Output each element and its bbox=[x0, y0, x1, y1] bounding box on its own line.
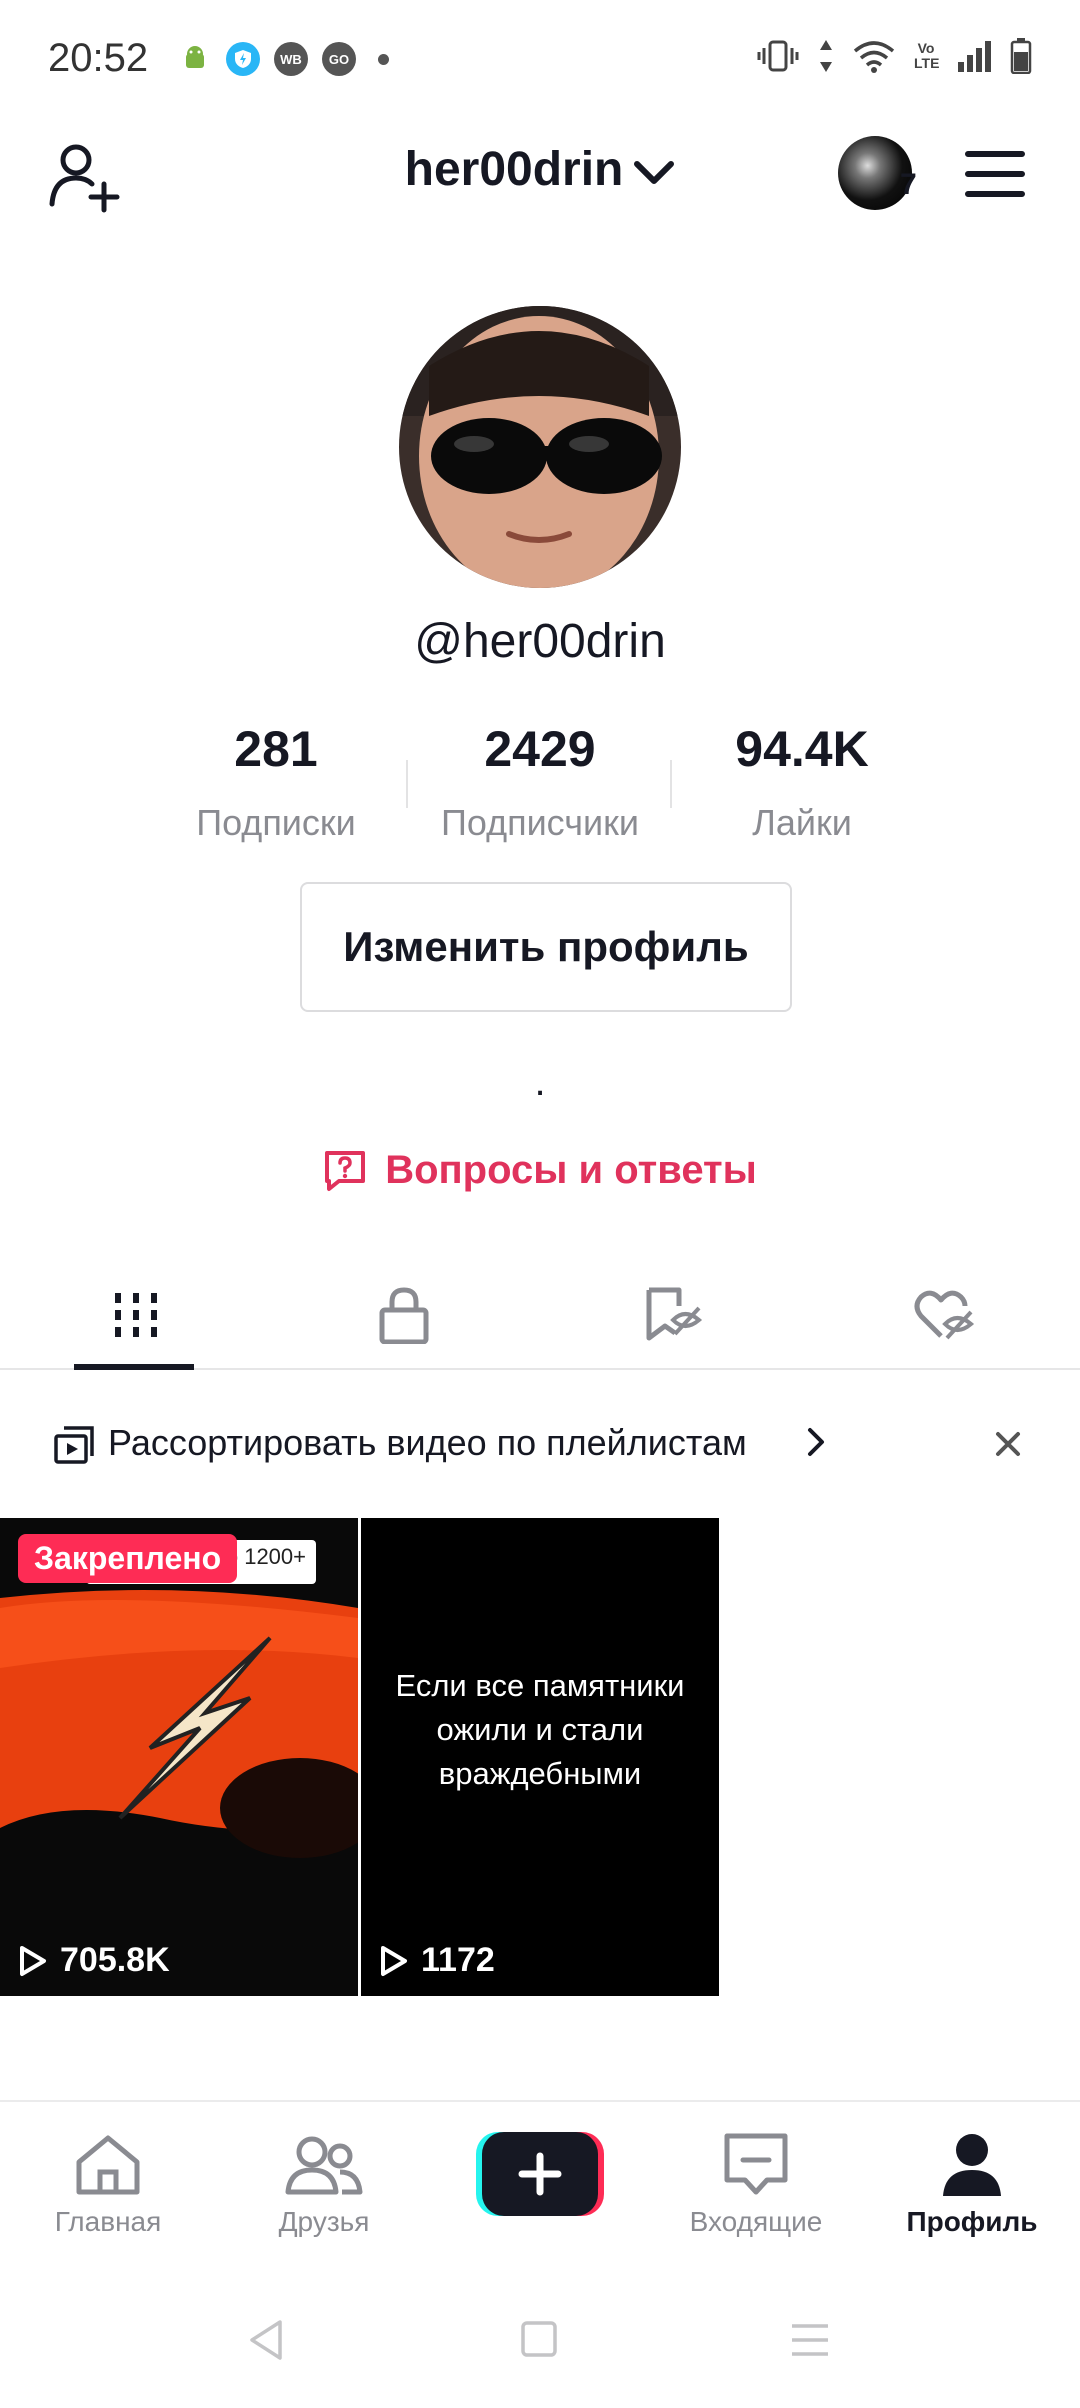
pinned-badge: Закреплено bbox=[18, 1534, 238, 1583]
account-username: her00drin bbox=[404, 143, 624, 196]
stat-value: 94.4K bbox=[735, 721, 869, 777]
stat-label: Подписчики bbox=[440, 802, 640, 843]
bookmark-hidden-icon bbox=[646, 1287, 703, 1341]
profile-tabs bbox=[0, 1260, 1080, 1370]
nav-label: Друзья bbox=[278, 2206, 370, 2237]
chevron-down-icon bbox=[633, 145, 675, 200]
shield-icon bbox=[226, 42, 260, 76]
playlist-icon bbox=[54, 1426, 94, 1464]
home-square-icon[interactable] bbox=[520, 2320, 558, 2358]
stat-followers[interactable]: 2429 Подписчики bbox=[410, 720, 670, 844]
menu-icon[interactable] bbox=[964, 146, 1026, 202]
chevron-right-icon bbox=[808, 1428, 824, 1456]
heart-hidden-icon bbox=[914, 1290, 975, 1340]
tab-liked[interactable] bbox=[836, 1260, 1052, 1370]
view-count: 1172 bbox=[379, 1941, 495, 1980]
stat-following[interactable]: 281 Подписки bbox=[146, 720, 406, 844]
qa-label: Вопросы и ответы bbox=[385, 1148, 757, 1192]
battery-icon bbox=[1010, 38, 1032, 74]
video-overlay-text: Если все памятники ожили и стали враждеб… bbox=[395, 1668, 685, 1791]
video-thumbnail[interactable]: Если все памятники ожили и стали враждеб… bbox=[361, 1518, 719, 1996]
playlist-banner[interactable]: Рассортировать видео по плейлистам bbox=[0, 1400, 1080, 1486]
system-navigation-bar bbox=[0, 2290, 1080, 2390]
car-thumbnail-art bbox=[0, 1518, 358, 1996]
playlist-banner-text: Рассортировать видео по плейлистам bbox=[108, 1422, 747, 1463]
stat-label: Лайки bbox=[752, 802, 852, 843]
grid-icon bbox=[115, 1293, 157, 1337]
lock-icon bbox=[379, 1287, 429, 1344]
wb-app-icon: WB bbox=[274, 42, 308, 76]
nav-inbox[interactable]: Входящие bbox=[656, 2130, 856, 2238]
edit-profile-button[interactable]: Изменить профиль bbox=[300, 882, 792, 1012]
stat-value: 2429 bbox=[484, 721, 596, 777]
more-notifications-dot bbox=[378, 53, 389, 65]
profile-bio: . bbox=[534, 1060, 546, 1104]
active-tab-indicator bbox=[74, 1364, 194, 1370]
stat-divider bbox=[406, 760, 408, 808]
bottom-nav: Главная Друзья Входящие Профиль bbox=[0, 2100, 1080, 2266]
status-time: 20:52 bbox=[48, 36, 149, 80]
nav-home[interactable]: Главная bbox=[8, 2130, 208, 2238]
profile-avatar[interactable] bbox=[399, 306, 681, 588]
inbox-icon bbox=[724, 2133, 788, 2195]
status-indicators: Vo LTE bbox=[756, 38, 1032, 74]
profile-stats: 281 Подписки 2429 Подписчики 94.4K Лайки bbox=[0, 720, 1080, 843]
play-icon bbox=[20, 1945, 46, 1976]
plus-icon bbox=[476, 2132, 604, 2216]
create-button[interactable] bbox=[476, 2132, 604, 2216]
stat-value: 281 bbox=[234, 721, 318, 777]
story-count-badge: 7 bbox=[900, 168, 917, 201]
account-switcher[interactable]: her00drin bbox=[0, 142, 1080, 200]
nav-profile[interactable]: Профиль bbox=[872, 2130, 1072, 2238]
go-app-icon: GO bbox=[322, 42, 356, 76]
video-grid: как я играю 1200+ Закреплено 705.8K Если… bbox=[0, 1518, 1080, 1996]
profile-top-bar: her00drin 7 bbox=[0, 120, 1080, 230]
wifi-icon bbox=[853, 41, 895, 73]
question-icon bbox=[325, 1150, 366, 1191]
signal-icon bbox=[958, 41, 991, 72]
nav-friends[interactable]: Друзья bbox=[224, 2130, 424, 2238]
view-count-value: 705.8K bbox=[60, 1941, 170, 1979]
close-icon[interactable] bbox=[990, 1426, 1026, 1462]
tab-videos[interactable] bbox=[28, 1260, 244, 1370]
stat-likes[interactable]: 94.4K Лайки bbox=[672, 720, 932, 844]
tab-favorites[interactable] bbox=[566, 1260, 782, 1370]
vibrate-icon bbox=[757, 40, 799, 72]
tab-private[interactable] bbox=[296, 1260, 512, 1370]
nav-label: Входящие bbox=[689, 2206, 823, 2237]
status-app-icons: WB GO bbox=[178, 42, 389, 76]
nav-label: Главная bbox=[54, 2206, 162, 2237]
view-count: 705.8K bbox=[18, 1941, 170, 1980]
video-thumbnail[interactable]: как я играю 1200+ Закреплено 705.8K bbox=[0, 1518, 358, 1996]
profile-icon bbox=[943, 2134, 1001, 2196]
home-icon bbox=[76, 2135, 140, 2195]
volte-icon: Vo LTE bbox=[914, 40, 940, 71]
friends-icon bbox=[285, 2136, 363, 2195]
stat-label: Подписки bbox=[196, 802, 356, 843]
play-icon bbox=[381, 1945, 407, 1976]
profile-handle: @her00drin bbox=[414, 615, 666, 668]
qa-link[interactable]: Вопросы и ответы bbox=[0, 1148, 1080, 1193]
android-icon bbox=[178, 42, 212, 76]
view-count-value: 1172 bbox=[421, 1941, 495, 1979]
back-icon[interactable] bbox=[246, 2318, 286, 2362]
status-bar: 20:52 WB GO Vo LTE bbox=[0, 0, 1080, 120]
data-arrows-icon bbox=[820, 40, 832, 72]
recents-icon[interactable] bbox=[790, 2322, 830, 2358]
nav-label: Профиль bbox=[906, 2206, 1038, 2237]
